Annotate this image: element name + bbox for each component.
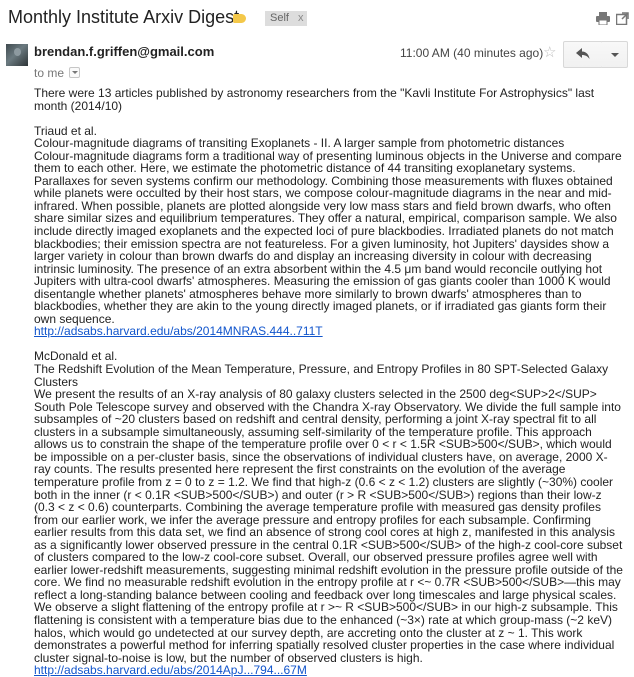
remove-label-button[interactable]: x	[298, 12, 304, 24]
message-timestamp: 11:00 AM (40 minutes ago)	[400, 46, 544, 60]
label-chip-self[interactable]: Self x	[265, 11, 308, 26]
reply-arrow-icon	[576, 48, 590, 59]
more-actions-button[interactable]	[602, 41, 628, 68]
message-body: There were 13 articles published by astr…	[34, 87, 624, 677]
label-tag-icon[interactable]	[233, 14, 246, 23]
article-link[interactable]: http://adsabs.harvard.edu/abs/2014ApJ...…	[34, 663, 307, 677]
reply-button[interactable]	[563, 41, 603, 68]
show-details-dropdown-icon[interactable]	[69, 67, 81, 78]
email-subject: Monthly Institute Arxiv Digest	[8, 7, 240, 27]
star-icon[interactable]: ☆	[543, 44, 556, 61]
digest-intro: There were 13 articles published by astr…	[34, 86, 595, 113]
article-title: Colour-magnitude diagrams of transiting …	[34, 136, 565, 151]
label-chip-text: Self	[270, 12, 289, 24]
recipient-line: to me	[34, 66, 81, 80]
article-abstract: Colour-magnitude diagrams form a traditi…	[34, 148, 622, 326]
article-title: The Redshift Evolution of the Mean Tempe…	[34, 362, 609, 389]
open-in-new-window-icon[interactable]	[615, 12, 629, 30]
sender-name[interactable]: brendan.f.griffen@gmail.com	[34, 44, 214, 59]
print-icon[interactable]	[596, 12, 610, 30]
recipient-text: to me	[34, 66, 65, 80]
subject-bar: Monthly Institute Arxiv Digest Self x	[0, 0, 634, 40]
sender-avatar	[6, 44, 28, 66]
article-abstract: We present the results of an X-ray analy…	[34, 387, 623, 665]
article-link[interactable]: http://adsabs.harvard.edu/abs/2014MNRAS.…	[34, 324, 323, 338]
